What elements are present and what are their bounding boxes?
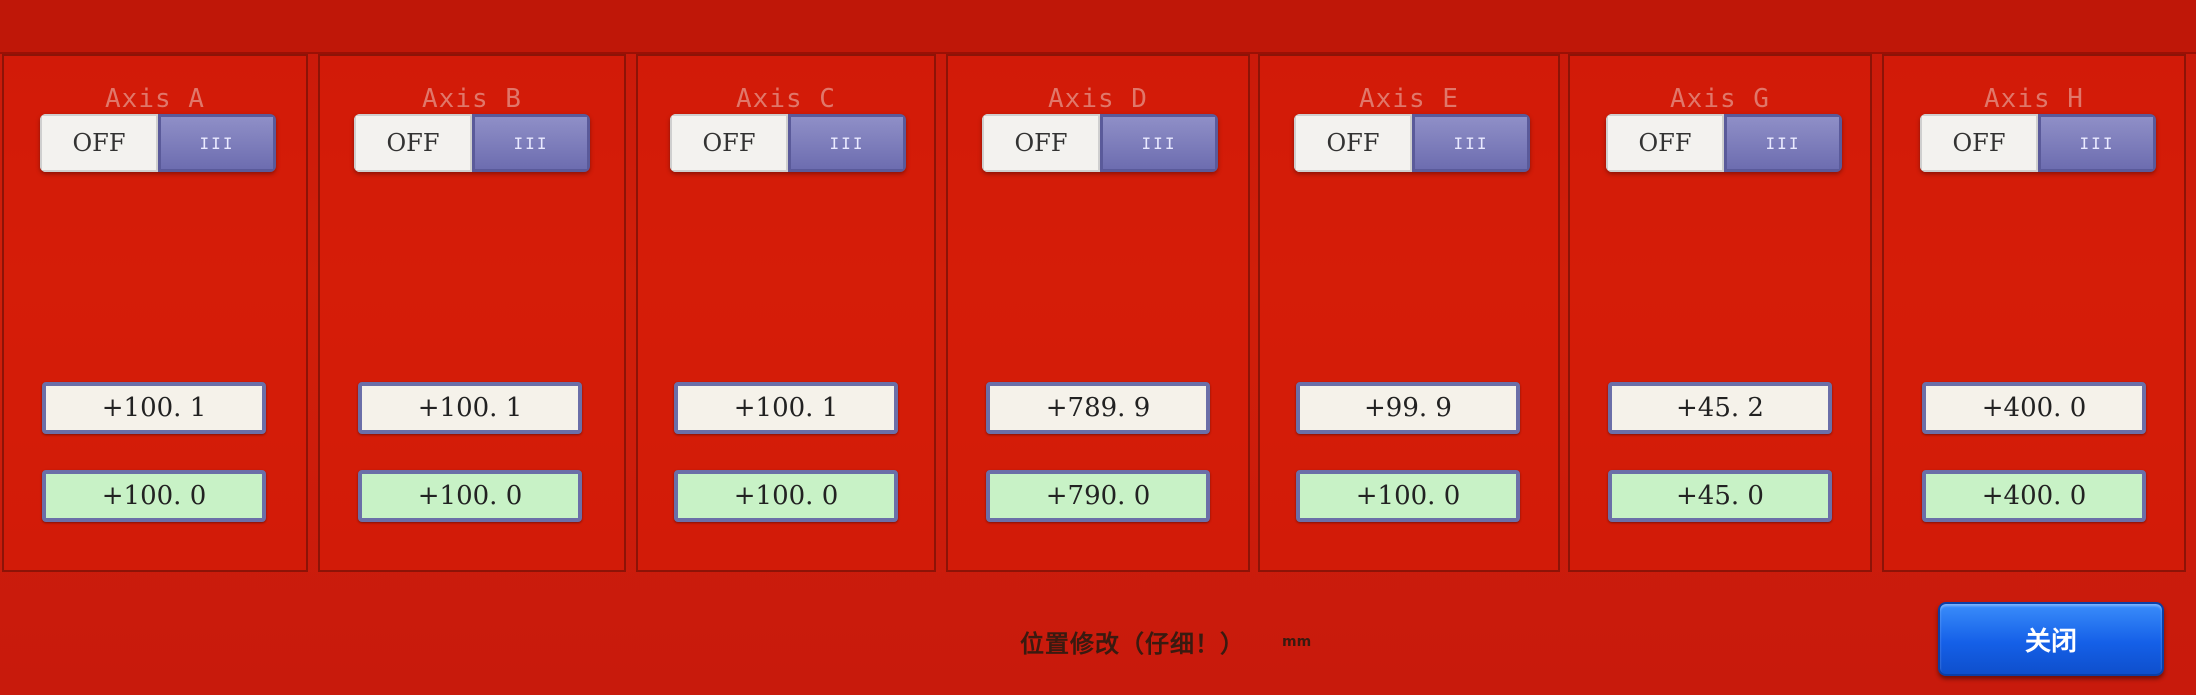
toggle-state-label: OFF (670, 114, 788, 172)
axis-toggle-switch[interactable]: OFF III (1606, 114, 1842, 172)
set-position-field[interactable]: +100. 1 (42, 382, 266, 434)
set-position-field[interactable]: +100. 1 (674, 382, 898, 434)
actual-position-display: +100. 0 (674, 470, 898, 522)
toggle-grip-icon: III (1412, 114, 1530, 172)
toggle-grip-icon: III (1724, 114, 1842, 172)
axis-panel-a: Axis A OFF III +100. 1 +100. 0 (2, 54, 308, 572)
actual-position-display: +100. 0 (42, 470, 266, 522)
actual-position-display: +45. 0 (1608, 470, 1832, 522)
axis-title: Axis C (736, 84, 836, 114)
toggle-grip-icon: III (158, 114, 276, 172)
toggle-state-label: OFF (40, 114, 158, 172)
axis-panels: Axis A OFF III +100. 1 +100. 0 Axis B OF… (0, 54, 2196, 574)
axis-panel-h: Axis H OFF III +400. 0 +400. 0 (1882, 54, 2186, 572)
set-position-field[interactable]: +45. 2 (1608, 382, 1832, 434)
axis-panel-d: Axis D OFF III +789. 9 +790. 0 (946, 54, 1250, 572)
axis-panel-g: Axis G OFF III +45. 2 +45. 0 (1568, 54, 1872, 572)
axis-toggle-switch[interactable]: OFF III (354, 114, 590, 172)
set-position-field[interactable]: +100. 1 (358, 382, 582, 434)
toggle-state-label: OFF (1606, 114, 1724, 172)
toggle-grip-icon: III (472, 114, 590, 172)
set-position-field[interactable]: +99. 9 (1296, 382, 1520, 434)
set-position-field[interactable]: +400. 0 (1922, 382, 2146, 434)
axis-title: Axis A (105, 84, 205, 114)
toggle-grip-icon: III (1100, 114, 1218, 172)
actual-position-display: +100. 0 (358, 470, 582, 522)
axis-toggle-switch[interactable]: OFF III (982, 114, 1218, 172)
axis-toggle-switch[interactable]: OFF III (40, 114, 276, 172)
toggle-state-label: OFF (982, 114, 1100, 172)
axis-panel-c: Axis C OFF III +100. 1 +100. 0 (636, 54, 936, 572)
axis-panel-e: Axis E OFF III +99. 9 +100. 0 (1258, 54, 1560, 572)
axis-position-dialog: Axis A OFF III +100. 1 +100. 0 Axis B OF… (0, 0, 2196, 695)
toggle-state-label: OFF (1920, 114, 2038, 172)
toggle-grip-icon: III (2038, 114, 2156, 172)
actual-position-display: +100. 0 (1296, 470, 1520, 522)
position-modify-label: 位置修改（仔细！） (1020, 630, 1245, 658)
axis-toggle-switch[interactable]: OFF III (1920, 114, 2156, 172)
header-bar (0, 0, 2196, 54)
axis-title: Axis D (1048, 84, 1148, 114)
toggle-state-label: OFF (354, 114, 472, 172)
actual-position-display: +400. 0 (1922, 470, 2146, 522)
toggle-state-label: OFF (1294, 114, 1412, 172)
axis-toggle-switch[interactable]: OFF III (670, 114, 906, 172)
axis-title: Axis G (1670, 84, 1770, 114)
axis-panel-b: Axis B OFF III +100. 1 +100. 0 (318, 54, 626, 572)
close-button[interactable]: 关闭 (1938, 602, 2164, 676)
unit-label: mm (1282, 634, 1312, 650)
axis-title: Axis B (422, 84, 522, 114)
actual-position-display: +790. 0 (986, 470, 1210, 522)
axis-title: Axis H (1984, 84, 2084, 114)
toggle-grip-icon: III (788, 114, 906, 172)
axis-title: Axis E (1359, 84, 1459, 114)
axis-toggle-switch[interactable]: OFF III (1294, 114, 1530, 172)
set-position-field[interactable]: +789. 9 (986, 382, 1210, 434)
